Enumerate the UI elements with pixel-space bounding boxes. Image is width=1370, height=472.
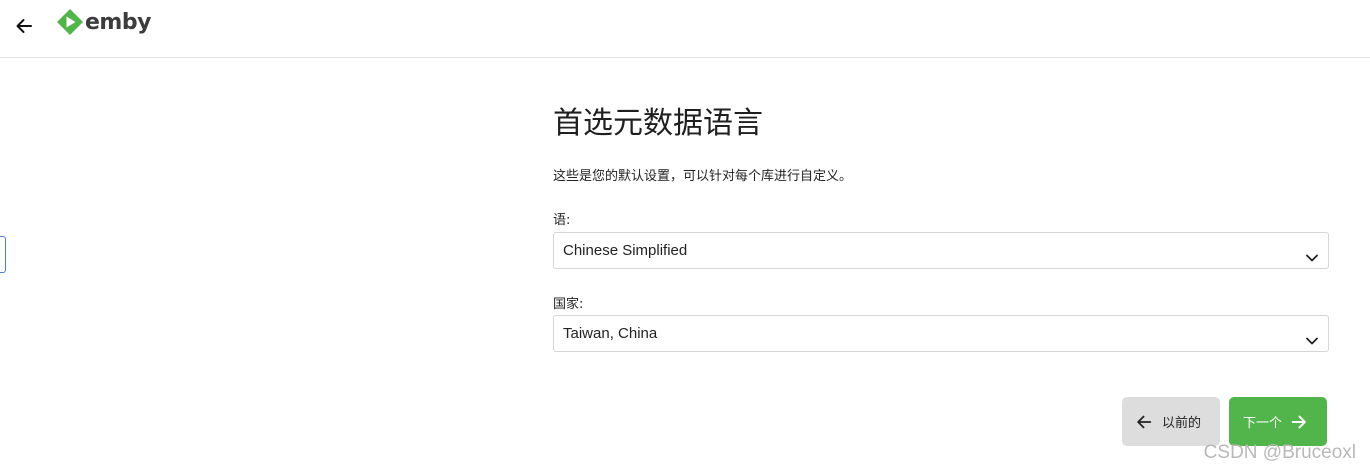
next-button[interactable]: 下一个 [1229, 397, 1327, 446]
emby-logo-icon [57, 9, 83, 35]
emby-logo[interactable]: emby [56, 6, 151, 38]
previous-button[interactable]: 以前的 [1122, 397, 1220, 446]
next-button-label: 下一个 [1243, 416, 1283, 431]
chevron-down-icon [1306, 337, 1318, 345]
header-bar: emby [0, 0, 1370, 58]
language-label: 语: [553, 213, 571, 228]
sidebar-edge-tab[interactable] [0, 236, 6, 273]
arrow-right-icon [1291, 415, 1306, 428]
watermark: CSDN @Bruceoxl [1203, 442, 1356, 463]
country-label: 国家: [553, 297, 584, 312]
language-select-value: Chinese Simplified [563, 242, 688, 259]
arrow-left-icon [16, 19, 32, 33]
page: emby 首选元数据语言 这些是您的默认设置，可以针对每个库进行自定义。 语: … [0, 0, 1370, 472]
page-title: 首选元数据语言 [553, 106, 763, 141]
logo-text: emby [85, 9, 151, 35]
language-select[interactable]: Chinese Simplified [553, 232, 1329, 269]
country-select-value: Taiwan, China [563, 325, 658, 342]
chevron-down-icon [1306, 254, 1318, 262]
arrow-left-icon [1137, 415, 1152, 428]
back-button[interactable] [10, 12, 38, 40]
country-select[interactable]: Taiwan, China [553, 315, 1329, 352]
page-description: 这些是您的默认设置，可以针对每个库进行自定义。 [553, 169, 853, 184]
previous-button-label: 以前的 [1162, 416, 1202, 431]
